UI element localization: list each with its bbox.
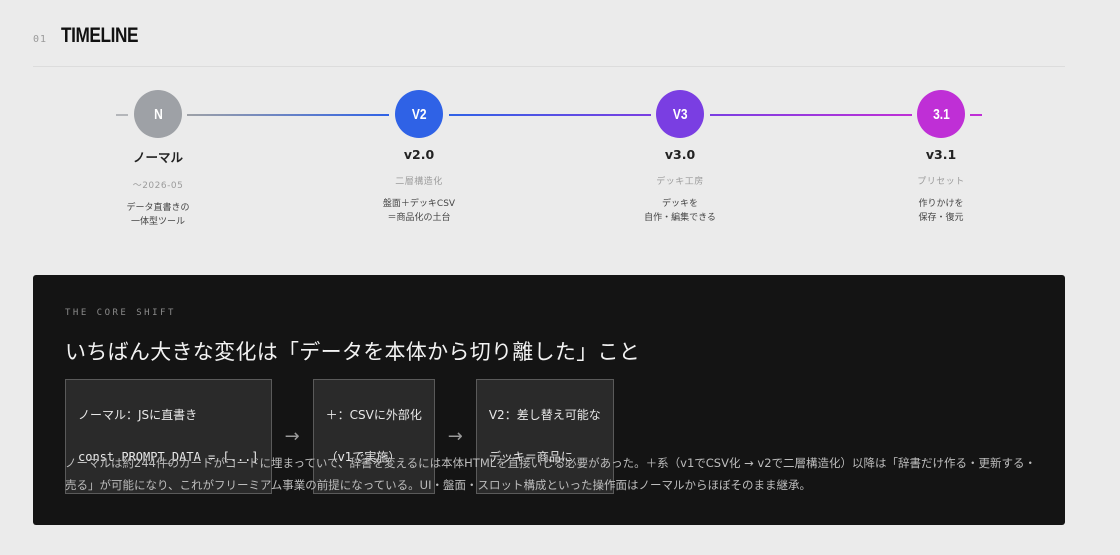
version-badge: V3 bbox=[656, 90, 704, 138]
flow-step-line: ノーマル：JSに直書き bbox=[78, 408, 198, 422]
timeline-node-v2: V2 v2.0 二層構造化 盤面＋デッキCSV ＝商品化の土台 bbox=[339, 90, 499, 225]
version-description: 作りかけを 保存・復元 bbox=[918, 199, 964, 223]
version-date: プリセット bbox=[917, 177, 965, 187]
panel-kicker: THE CORE SHIFT bbox=[65, 308, 176, 318]
arrow-right-icon: → bbox=[447, 426, 463, 447]
version-date: 二層構造化 bbox=[395, 177, 443, 187]
version-badge: 3.1 bbox=[917, 90, 965, 138]
timeline-node-v3: V3 v3.0 デッキ工房 デッキを 自作・編集できる bbox=[600, 90, 760, 225]
flow-step-line: V2：差し替え可能な bbox=[488, 408, 601, 422]
version-name: ノーマル bbox=[132, 150, 183, 165]
version-date: デッキ工房 bbox=[656, 177, 704, 187]
version-name: v3.0 bbox=[664, 147, 696, 162]
section-number: 01 bbox=[33, 34, 48, 45]
timeline-node-normal: N ノーマル 〜2026-05 データ直書きの 一体型ツール bbox=[78, 90, 238, 229]
version-description: 盤面＋デッキCSV ＝商品化の土台 bbox=[382, 199, 456, 223]
version-date: 〜2026-05 bbox=[132, 181, 184, 191]
panel-headline: いちばん大きな変化は「データを本体から切り離した」こと bbox=[65, 340, 641, 364]
header-divider bbox=[33, 66, 1065, 67]
section-header: 01 TIMELINE bbox=[33, 24, 155, 48]
timeline-node-v31: 3.1 v3.1 プリセット 作りかけを 保存・復元 bbox=[861, 90, 1021, 225]
panel-body-text: ノーマルは約244件のカードがコードに埋まっていて、辞書を変えるには本体HTML… bbox=[65, 456, 1037, 492]
core-shift-panel: THE CORE SHIFT いちばん大きな変化は「データを本体から切り離した」… bbox=[33, 275, 1065, 525]
version-description: データ直書きの 一体型ツール bbox=[126, 203, 190, 227]
version-description: デッキを 自作・編集できる bbox=[644, 199, 716, 223]
version-badge: N bbox=[134, 90, 182, 138]
arrow-right-icon: → bbox=[284, 426, 300, 447]
version-badge: V2 bbox=[395, 90, 443, 138]
version-name: v2.0 bbox=[403, 147, 435, 162]
section-title: TIMELINE bbox=[61, 24, 139, 47]
version-name: v3.1 bbox=[925, 147, 957, 162]
flow-step-line: ＋：CSVに外部化 bbox=[325, 408, 422, 422]
